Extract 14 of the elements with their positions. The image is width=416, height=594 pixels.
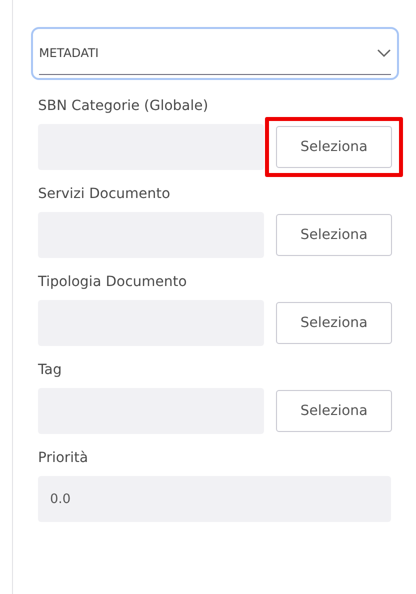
input-field[interactable]: 0.0 [38,476,391,522]
select-button[interactable]: Seleziona [276,302,392,344]
field-label: SBN Categorie (Globale) [38,98,210,114]
field-label: Tag [38,362,63,378]
input-field[interactable] [38,124,264,170]
field-label: Tipologia Documento [38,274,188,290]
dropdown-value: METADATI [39,46,99,60]
select-button[interactable]: Seleziona [276,214,392,256]
field-label: Priorità [38,450,90,466]
select-button[interactable]: Seleziona [276,126,392,168]
chevron-down-icon [377,48,391,58]
select-button[interactable]: Seleziona [276,390,392,432]
field-label: Servizi Documento [38,186,172,202]
dropdown[interactable]: METADATI [31,27,399,80]
